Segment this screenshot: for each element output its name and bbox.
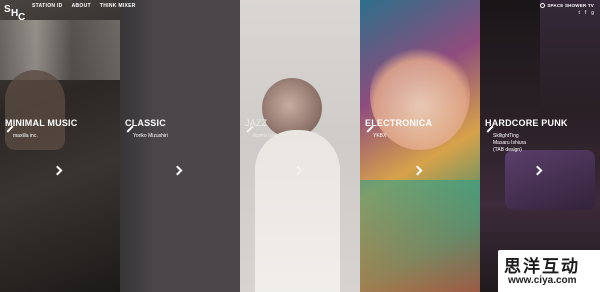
- panel-artist: Yoriko Mizushiri: [133, 133, 168, 140]
- top-bar: S H C STATION ID ABOUT THINK MIXER SPACE…: [0, 0, 600, 24]
- artist-name: maxilla inc.: [13, 133, 38, 139]
- chevron-right-icon[interactable]: [173, 164, 183, 178]
- chevron-right-icon[interactable]: [293, 164, 303, 178]
- brand-name: SPACE SHOWER TV: [547, 3, 594, 8]
- artist-name: (TAB design): [493, 147, 522, 153]
- facebook-icon[interactable]: f: [585, 10, 586, 16]
- panel-background-image: [360, 0, 480, 292]
- genre-panels: MINIMAL MUSIC maxilla inc. CLASSIC Yorik…: [0, 0, 600, 292]
- panel-title: MINIMAL MUSIC: [5, 118, 78, 128]
- panel-artist: YKBX: [373, 133, 386, 140]
- panel-title: JAZZ: [245, 118, 268, 128]
- panel-minimal-music[interactable]: MINIMAL MUSIC maxilla inc.: [0, 0, 120, 292]
- artist-name: SkllightTing: [493, 133, 519, 139]
- panel-artist: maxilla inc.: [13, 133, 38, 140]
- chevron-right-icon[interactable]: [53, 164, 63, 178]
- watermark-url: www.ciya.com: [508, 275, 577, 286]
- watermark-chinese-text: 思洋互动: [504, 257, 580, 276]
- chevron-right-icon[interactable]: [413, 164, 423, 178]
- artist-name: YKBX: [373, 133, 387, 139]
- artist-name: Masaru Ishiura: [493, 140, 527, 146]
- panel-artist: Ikuma Ishii: [253, 133, 277, 140]
- site-logo[interactable]: S H C: [4, 4, 26, 23]
- artist-name: Ikuma Ishii: [253, 133, 277, 139]
- nav-think-mixer[interactable]: THINK MIXER: [100, 3, 136, 9]
- watermark: 思洋互动 www.ciya.com: [498, 250, 600, 292]
- panel-jazz[interactable]: JAZZ Ikuma Ishii: [240, 0, 360, 292]
- chevron-right-icon[interactable]: [533, 164, 543, 178]
- panel-title: ELECTRONICA: [365, 118, 433, 128]
- twitter-icon[interactable]: t: [578, 10, 579, 16]
- panel-electronica[interactable]: ELECTRONICA YKBX: [360, 0, 480, 292]
- main-nav: STATION ID ABOUT THINK MIXER: [32, 3, 136, 9]
- google-plus-icon[interactable]: g: [591, 10, 594, 16]
- nav-station-id[interactable]: STATION ID: [32, 3, 63, 9]
- panel-classic[interactable]: CLASSIC Yoriko Mizushiri: [120, 0, 240, 292]
- brand-logo-icon: [540, 3, 546, 8]
- panel-background-image: [0, 0, 120, 292]
- panel-artist: SkllightTing Masaru Ishiura (TAB design): [493, 133, 526, 154]
- panel-hardcore-punk[interactable]: HARDCORE PUNK SkllightTing Masaru Ishiur…: [480, 0, 600, 292]
- panel-background-image: [240, 0, 360, 292]
- artist-name: Yoriko Mizushiri: [133, 133, 168, 139]
- social-links: t f g: [578, 10, 594, 16]
- panel-background-image: [120, 0, 240, 292]
- nav-about[interactable]: ABOUT: [72, 3, 91, 9]
- brand-link[interactable]: SPACE SHOWER TV: [540, 3, 594, 8]
- panel-title: HARDCORE PUNK: [485, 118, 568, 128]
- logo-letter: C: [18, 12, 26, 23]
- logo-letter: S: [4, 4, 11, 15]
